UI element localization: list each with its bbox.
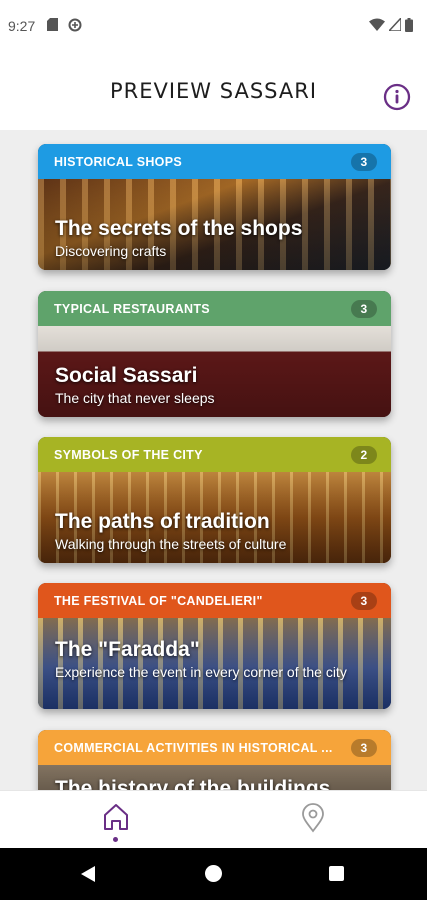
- card-count-badge: 3: [351, 299, 377, 318]
- card-typical-restaurants[interactable]: TYPICAL RESTAURANTS 3 Social Sassari The…: [38, 291, 391, 417]
- card-image: The secrets of the shops Discovering cra…: [38, 179, 391, 270]
- card-count-badge: 2: [351, 445, 377, 464]
- card-historical-shops[interactable]: HISTORICAL SHOPS 3 The secrets of the sh…: [38, 144, 391, 270]
- card-category: HISTORICAL SHOPS: [54, 154, 182, 169]
- nav-map-button[interactable]: [299, 803, 327, 833]
- wifi-icon: [369, 18, 385, 34]
- card-title: The paths of tradition: [55, 510, 270, 533]
- card-count-badge: 3: [351, 591, 377, 610]
- card-image: The "Faradda" Experience the event in ev…: [38, 618, 391, 709]
- sd-card-icon: [47, 18, 59, 34]
- app-header: PREVIEW SASSARI: [0, 52, 427, 130]
- card-header: COMMERCIAL ACTIVITIES IN HISTORICAL ... …: [38, 730, 391, 765]
- card-title: The secrets of the shops: [55, 217, 303, 240]
- map-pin-icon: [302, 803, 324, 833]
- status-time: 9:27: [8, 18, 36, 34]
- home-circle-icon[interactable]: [205, 865, 222, 882]
- card-header: THE FESTIVAL OF "CANDELIERI" 3: [38, 583, 391, 618]
- card-image: Social Sassari The city that never sleep…: [38, 326, 391, 417]
- recent-apps-icon[interactable]: [329, 866, 344, 881]
- card-subtitle: Discovering crafts: [55, 243, 167, 259]
- card-title: The "Faradda": [55, 638, 200, 661]
- card-commercial-activities[interactable]: COMMERCIAL ACTIVITIES IN HISTORICAL ... …: [38, 730, 391, 790]
- system-navigation-bar: [0, 848, 427, 900]
- category-list[interactable]: HISTORICAL SHOPS 3 The secrets of the sh…: [0, 130, 427, 790]
- card-header: SYMBOLS OF THE CITY 2: [38, 437, 391, 472]
- card-image: The history of the buildings: [38, 765, 391, 790]
- card-image: The paths of tradition Walking through t…: [38, 472, 391, 563]
- card-category: SYMBOLS OF THE CITY: [54, 447, 203, 462]
- card-title: Social Sassari: [55, 364, 198, 387]
- info-icon: [383, 83, 411, 111]
- active-tab-indicator: [113, 837, 118, 842]
- data-saver-icon: [68, 18, 82, 35]
- battery-icon: [405, 17, 413, 35]
- card-subtitle: Walking through the streets of culture: [55, 536, 287, 552]
- card-category: TYPICAL RESTAURANTS: [54, 301, 210, 316]
- nav-home-button[interactable]: [100, 801, 132, 837]
- card-subtitle: Experience the event in every corner of …: [55, 664, 347, 680]
- card-category: THE FESTIVAL OF "CANDELIERI": [54, 593, 263, 608]
- home-icon: [104, 804, 128, 830]
- status-bar: 9:27: [0, 0, 427, 52]
- card-count-badge: 3: [351, 152, 377, 171]
- bottom-navigation: [0, 790, 427, 848]
- card-title: The history of the buildings: [55, 777, 331, 790]
- card-header: TYPICAL RESTAURANTS 3: [38, 291, 391, 326]
- card-count-badge: 3: [351, 738, 377, 757]
- card-symbols-of-the-city[interactable]: SYMBOLS OF THE CITY 2 The paths of tradi…: [38, 437, 391, 563]
- card-subtitle: The city that never sleeps: [55, 390, 215, 406]
- card-header: HISTORICAL SHOPS 3: [38, 144, 391, 179]
- card-festival-candelieri[interactable]: THE FESTIVAL OF "CANDELIERI" 3 The "Fara…: [38, 583, 391, 709]
- signal-icon: [387, 16, 402, 34]
- back-icon[interactable]: [80, 865, 96, 883]
- card-category: COMMERCIAL ACTIVITIES IN HISTORICAL ...: [54, 740, 333, 755]
- info-button[interactable]: [383, 83, 411, 111]
- page-title: PREVIEW SASSARI: [109, 79, 318, 103]
